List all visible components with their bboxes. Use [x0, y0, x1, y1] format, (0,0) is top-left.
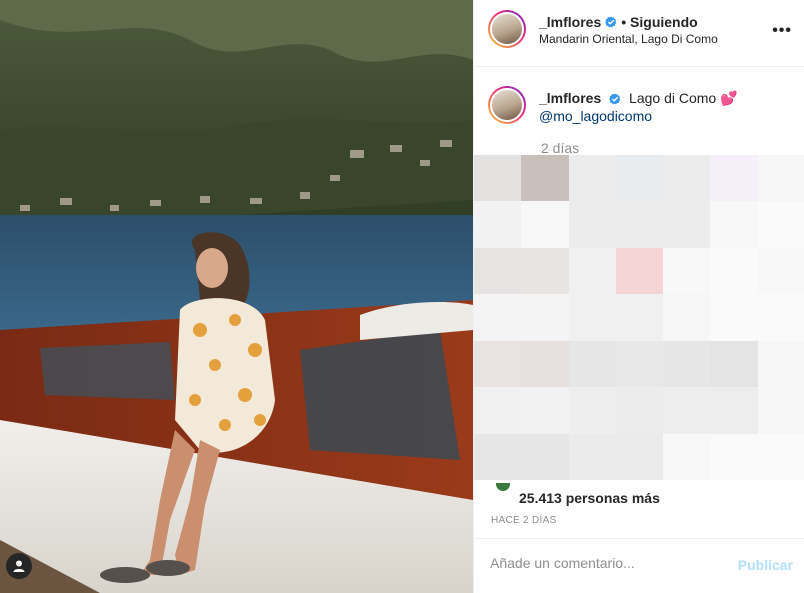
- pixel-block: [521, 340, 569, 388]
- avatar-image: [490, 88, 524, 122]
- pixel-block: [757, 201, 804, 248]
- post-side-panel: _lmflores • Siguiendo Mandarin Oriental,…: [473, 0, 804, 593]
- follow-status[interactable]: • Siguiendo: [621, 14, 697, 30]
- publish-button[interactable]: Publicar: [738, 557, 793, 573]
- caption-text: Lago di Como 💕: [629, 90, 738, 106]
- avatar-image: [490, 12, 524, 46]
- pixel-block: [710, 247, 758, 295]
- more-options-button[interactable]: •••: [772, 22, 792, 40]
- pixel-block: [615, 201, 664, 248]
- pixel-block: [615, 340, 664, 388]
- pixel-block: [615, 155, 664, 202]
- username-link[interactable]: _lmflores: [539, 14, 601, 30]
- pixel-block: [568, 294, 616, 341]
- pixel-block: [710, 294, 758, 341]
- person-icon: [13, 560, 25, 572]
- pixel-block: [710, 201, 758, 248]
- header-title-line: _lmflores • Siguiendo: [539, 14, 698, 30]
- pixel-block: [757, 247, 804, 295]
- liker-avatar: [496, 483, 510, 491]
- pixel-block: [474, 387, 522, 434]
- comment-input[interactable]: [490, 555, 720, 571]
- pixel-block: [615, 294, 664, 341]
- pixel-block: [663, 247, 711, 295]
- mention-link[interactable]: @mo_lagodicomo: [539, 108, 652, 124]
- pixel-block: [521, 294, 569, 341]
- pixel-block: [757, 155, 804, 202]
- pixel-block: [663, 340, 711, 388]
- post-header: _lmflores • Siguiendo Mandarin Oriental,…: [474, 0, 804, 67]
- pixel-block: [474, 294, 522, 341]
- pixel-block: [568, 433, 616, 480]
- pixel-block: [568, 155, 616, 202]
- pixel-block: [568, 201, 616, 248]
- pixel-block: [757, 294, 804, 341]
- pixel-block: [663, 433, 711, 480]
- caption-time: 2 días: [541, 140, 580, 156]
- pixel-block: [568, 340, 616, 388]
- pixel-block: [474, 247, 522, 295]
- pixel-block: [710, 387, 758, 434]
- pixel-block: [663, 294, 711, 341]
- pixel-block: [521, 247, 569, 295]
- user-tag-button[interactable]: [6, 553, 32, 579]
- pixel-block: [474, 340, 522, 388]
- pixel-block: [521, 433, 569, 480]
- caption-username[interactable]: _lmflores: [539, 90, 601, 106]
- pixel-block: [474, 433, 522, 480]
- pixel-block: [757, 387, 804, 434]
- pixel-block: [710, 340, 758, 388]
- post-date[interactable]: HACE 2 DÍAS: [491, 515, 557, 526]
- pixel-block: [615, 387, 664, 434]
- pixel-block: [474, 201, 522, 248]
- comment-bar: Publicar: [474, 538, 804, 593]
- avatar[interactable]: [488, 10, 526, 48]
- pixel-block: [710, 155, 758, 202]
- pixel-block: [568, 387, 616, 434]
- pixel-block: [521, 387, 569, 434]
- verified-badge-icon: [605, 16, 617, 28]
- pixel-block: [615, 247, 664, 295]
- pixel-block: [710, 433, 758, 480]
- caption-avatar[interactable]: [488, 86, 526, 124]
- pixel-block: [757, 433, 804, 480]
- boat-lake-photo: [0, 0, 473, 593]
- pixelated-comments-area: [474, 155, 804, 480]
- pixel-block: [521, 201, 569, 248]
- pixel-block: [663, 201, 711, 248]
- post-photo[interactable]: [0, 0, 473, 593]
- post-caption: _lmflores Lago di Como 💕 @mo_lagodicomo: [539, 89, 779, 125]
- verified-badge-icon: [609, 93, 621, 105]
- likes-count[interactable]: 25.413 personas más: [519, 490, 660, 506]
- pixel-block: [568, 247, 616, 295]
- pixel-block: [474, 155, 522, 202]
- pixel-block: [615, 433, 664, 480]
- pixel-block: [663, 155, 711, 202]
- pixel-block: [663, 387, 711, 434]
- location-link[interactable]: Mandarin Oriental, Lago Di Como: [539, 32, 718, 46]
- pixel-block: [521, 155, 569, 202]
- pixel-block: [757, 340, 804, 388]
